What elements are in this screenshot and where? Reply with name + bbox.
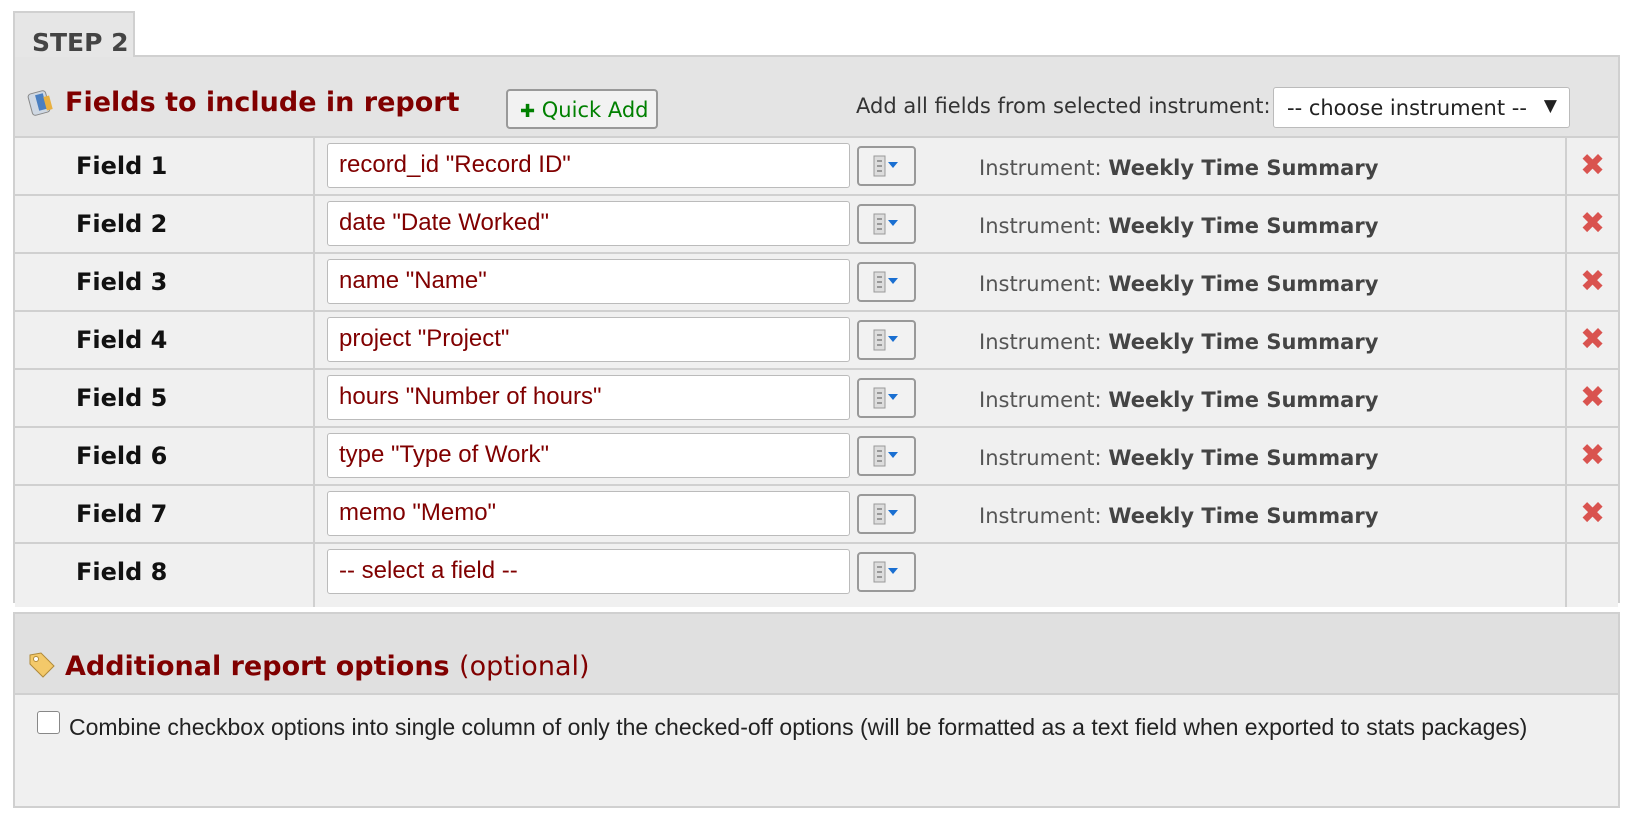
- plus-icon: ✚: [520, 101, 536, 122]
- choose-instrument-select[interactable]: -- choose instrument -- ▼: [1273, 87, 1570, 128]
- instrument-info: Instrument: Weekly Time Summary: [979, 330, 1379, 354]
- fields-panel: Fields to include in report ✚ Quick Add …: [13, 55, 1620, 607]
- fields-header: Fields to include in report ✚ Quick Add …: [15, 57, 1618, 136]
- field-label: Field 2: [15, 196, 315, 252]
- field-list-dropdown-icon: [873, 271, 898, 293]
- delete-field-icon[interactable]: ✖: [1580, 209, 1605, 239]
- field-picker-button[interactable]: [857, 436, 916, 476]
- add-all-fields-label: Add all fields from selected instrument:: [856, 94, 1271, 118]
- field-list-dropdown-icon: [873, 155, 898, 177]
- field-picker-button[interactable]: [857, 552, 916, 592]
- delete-field-icon[interactable]: ✖: [1580, 499, 1605, 529]
- field-picker-button[interactable]: [857, 204, 916, 244]
- field-picker-button[interactable]: [857, 378, 916, 418]
- field-list-dropdown-icon: [873, 503, 898, 525]
- field-label: Field 4: [15, 312, 315, 368]
- field-label: Field 3: [15, 254, 315, 310]
- combine-checkbox[interactable]: [37, 711, 60, 734]
- field-picker-button[interactable]: [857, 494, 916, 534]
- instrument-info: Instrument: Weekly Time Summary: [979, 504, 1379, 528]
- field-row: Field 8 -- select a field --: [15, 542, 1618, 607]
- instrument-info: Instrument: Weekly Time Summary: [979, 446, 1379, 470]
- field-input[interactable]: -- select a field --: [327, 549, 850, 594]
- tag-icon: [29, 652, 55, 678]
- field-input[interactable]: name "Name": [327, 259, 850, 304]
- field-row: Field 2 date "Date Worked" Instrument: W…: [15, 194, 1618, 252]
- field-list-dropdown-icon: [873, 329, 898, 351]
- instrument-info: Instrument: Weekly Time Summary: [979, 156, 1379, 180]
- field-input[interactable]: memo "Memo": [327, 491, 850, 536]
- field-input[interactable]: date "Date Worked": [327, 201, 850, 246]
- delete-field-icon[interactable]: ✖: [1580, 325, 1605, 355]
- field-list-dropdown-icon: [873, 561, 898, 583]
- field-label: Field 8: [15, 544, 315, 607]
- field-list-dropdown-icon: [873, 387, 898, 409]
- options-header: Additional report options (optional): [15, 614, 1618, 695]
- field-picker-button[interactable]: [857, 262, 916, 302]
- field-row: Field 3 name "Name" Instrument: Weekly T…: [15, 252, 1618, 310]
- field-picker-button[interactable]: [857, 320, 916, 360]
- field-label: Field 6: [15, 428, 315, 484]
- fields-list-icon: [27, 90, 53, 116]
- delete-field-icon[interactable]: ✖: [1580, 151, 1605, 181]
- step-2-tab: STEP 2: [13, 11, 135, 57]
- field-row: Field 6 type "Type of Work" Instrument: …: [15, 426, 1618, 484]
- field-list-dropdown-icon: [873, 213, 898, 235]
- options-section-title: Additional report options (optional): [65, 651, 590, 682]
- combine-checkbox-label: Combine checkbox options into single col…: [69, 714, 1528, 740]
- delete-field-icon[interactable]: ✖: [1580, 267, 1605, 297]
- field-row: Field 1 record_id "Record ID" Instrument…: [15, 136, 1618, 194]
- field-input[interactable]: project "Project": [327, 317, 850, 362]
- field-input[interactable]: hours "Number of hours": [327, 375, 850, 420]
- field-label: Field 7: [15, 486, 315, 542]
- field-label: Field 5: [15, 370, 315, 426]
- instrument-info: Instrument: Weekly Time Summary: [979, 388, 1379, 412]
- field-row: Field 4 project "Project" Instrument: We…: [15, 310, 1618, 368]
- delete-field-icon[interactable]: ✖: [1580, 383, 1605, 413]
- quick-add-button[interactable]: ✚ Quick Add: [506, 89, 658, 129]
- field-picker-button[interactable]: [857, 146, 916, 186]
- field-input[interactable]: record_id "Record ID": [327, 143, 850, 188]
- dropdown-arrow-icon: ▼: [1543, 96, 1557, 116]
- fields-section-title: Fields to include in report: [65, 87, 460, 118]
- options-panel: Additional report options (optional) Com…: [13, 612, 1620, 808]
- field-list-dropdown-icon: [873, 445, 898, 467]
- field-label: Field 1: [15, 138, 315, 194]
- instrument-info: Instrument: Weekly Time Summary: [979, 214, 1379, 238]
- delete-field-icon[interactable]: ✖: [1580, 441, 1605, 471]
- field-input[interactable]: type "Type of Work": [327, 433, 850, 478]
- field-row: Field 7 memo "Memo" Instrument: Weekly T…: [15, 484, 1618, 542]
- instrument-info: Instrument: Weekly Time Summary: [979, 272, 1379, 296]
- field-row: Field 5 hours "Number of hours" Instrume…: [15, 368, 1618, 426]
